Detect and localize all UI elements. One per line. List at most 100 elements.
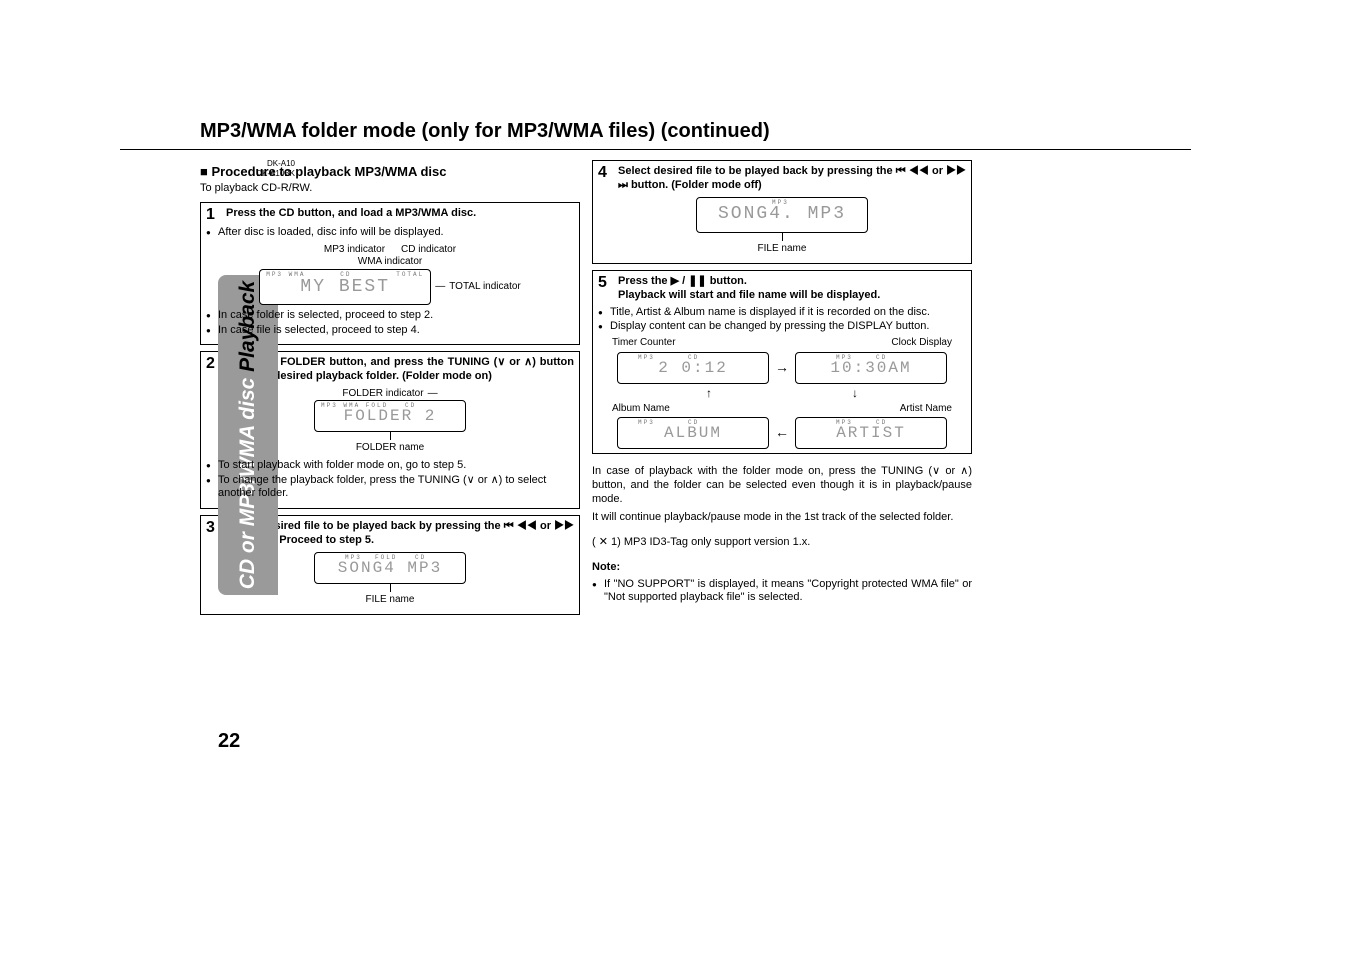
arrow-left-icon: ← bbox=[775, 424, 789, 442]
lcd-fold-tag-3: FOLD bbox=[375, 554, 397, 562]
arrow-right-icon: → bbox=[775, 359, 789, 377]
step-3-title: Select desired file to be played back by… bbox=[226, 520, 574, 548]
album-mp3-tag: MP3 bbox=[638, 419, 655, 427]
step-4-title: Select desired file to be played back by… bbox=[618, 165, 966, 193]
lcd-cd-tag-3: CD bbox=[415, 554, 426, 562]
step-1-lcd: MP3 WMA CD TOTAL MY BEST bbox=[259, 269, 431, 305]
folder-name-label: FOLDER name bbox=[356, 442, 424, 455]
step-4-box: 4 Select desired file to be played back … bbox=[592, 160, 972, 264]
album-name-label: Album Name bbox=[612, 403, 670, 416]
step-4-lcd-text: SONG4. MP3 bbox=[718, 203, 846, 226]
step-1-lcd-wrap: MP3 indicator CD indicator WMA indicator… bbox=[206, 244, 574, 305]
step-5-title-wrap: Press the ▶ / ❚❚ button. Playback will s… bbox=[618, 275, 880, 303]
step-5-lcd-group: Timer Counter Clock Display MP3 CD 2 0:1… bbox=[598, 337, 966, 449]
artist-mp3-tag: MP3 bbox=[836, 419, 853, 427]
step-5-box: 5 Press the ▶ / ❚❚ button. Playback will… bbox=[592, 270, 972, 454]
step-4-number: 4 bbox=[598, 165, 612, 181]
step-2-bullets: To start playback with folder mode on, g… bbox=[206, 459, 574, 501]
model-line-1: DK-A10 bbox=[235, 159, 295, 169]
step-5-mid-arrows: ↑ ↓ bbox=[598, 386, 966, 401]
step-1-head: 1 Press the CD button, and load a MP3/WM… bbox=[206, 207, 574, 223]
step-1-title: Press the CD button, and load a MP3/WMA … bbox=[226, 207, 476, 221]
wma-indicator-label: WMA indicator bbox=[358, 256, 422, 269]
step-1-bul3: In case file is selected, proceed to ste… bbox=[206, 324, 574, 338]
step-2-bul2: To change the playback folder, press the… bbox=[206, 474, 574, 502]
arrow-up-col: ↑ bbox=[706, 386, 712, 401]
artist-lcd: MP3 CD ARTIST bbox=[795, 417, 947, 449]
clock-lcd: MP3 CD 10:30AM bbox=[795, 352, 947, 384]
lcd-tags-2: MP3 WMA FOLD bbox=[321, 402, 388, 410]
page-number: 22 bbox=[218, 730, 240, 753]
model-line-2: DK-A10BK bbox=[235, 169, 295, 179]
note-heading: Note: bbox=[592, 561, 972, 575]
step-1-number: 1 bbox=[206, 207, 220, 223]
step-2-title: Press the FOLDER button, and press the T… bbox=[226, 356, 574, 384]
playback-cdr-text: To playback CD-R/RW. bbox=[200, 182, 580, 196]
step-1-box: 1 Press the CD button, and load a MP3/WM… bbox=[200, 202, 580, 345]
lcd-total-tag: TOTAL bbox=[396, 271, 424, 279]
step-5-lcd-row-1: MP3 CD 2 0:12 → MP3 CD 10:30AM bbox=[598, 352, 966, 384]
step-5-number: 5 bbox=[598, 275, 612, 291]
cd-indicator-label: CD indicator bbox=[401, 244, 456, 257]
lcd-cd-tag: CD bbox=[340, 271, 351, 279]
step-5-bullets: Title, Artist & Album name is displayed … bbox=[598, 306, 966, 335]
note-bullets: If "NO SUPPORT" is displayed, it means "… bbox=[592, 578, 972, 606]
step-4-head: 4 Select desired file to be played back … bbox=[598, 165, 966, 193]
content-columns: ■ Procedure to playback MP3/WMA disc To … bbox=[200, 160, 1231, 621]
step-5-head: 5 Press the ▶ / ❚❚ button. Playback will… bbox=[598, 275, 966, 303]
step-1-indicator-row-1: MP3 indicator CD indicator bbox=[324, 244, 456, 257]
total-leader: — bbox=[435, 281, 445, 294]
right-para-3: ( ✕ 1) MP3 ID3-Tag only support version … bbox=[592, 536, 972, 550]
timer-cd-tag: CD bbox=[688, 354, 699, 362]
square-bullet-icon: ■ bbox=[200, 164, 211, 179]
clock-cd-tag: CD bbox=[876, 354, 887, 362]
right-para-1: In case of playback with the folder mode… bbox=[592, 465, 972, 506]
lcd-mp3-tag-4: MP3 bbox=[772, 199, 789, 207]
step-3-leader-line bbox=[390, 584, 391, 592]
artist-cd-tag: CD bbox=[876, 419, 887, 427]
timer-lcd: MP3 CD 2 0:12 bbox=[617, 352, 769, 384]
lcd-cd-tag-2: CD bbox=[405, 402, 416, 410]
step-1-bullets-bottom: In case folder is selected, proceed to s… bbox=[206, 309, 574, 338]
step-1-bul1: After disc is loaded, disc info will be … bbox=[206, 226, 574, 240]
step-4-leader-line bbox=[782, 233, 783, 241]
right-column: 4 Select desired file to be played back … bbox=[592, 160, 972, 621]
step-1-lcd-text: MY BEST bbox=[300, 276, 390, 299]
model-codes: DK-A10 DK-A10BK bbox=[235, 159, 295, 179]
step-1-bul2: In case folder is selected, proceed to s… bbox=[206, 309, 574, 323]
lcd-mp3-tag-3: MP3 bbox=[345, 554, 362, 562]
clock-display-label: Clock Display bbox=[891, 337, 952, 350]
step-5-title-2: Playback will start and file name will b… bbox=[618, 289, 880, 301]
step-1-indicator-row-2: WMA indicator bbox=[358, 256, 422, 269]
step-3-file-name-label: FILE name bbox=[366, 594, 415, 607]
page-title: MP3/WMA folder mode (only for MP3/WMA fi… bbox=[200, 120, 1231, 143]
step-5-lcd-row-2: MP3 CD ALBUM ← MP3 CD ARTIST bbox=[598, 417, 966, 449]
album-lcd: MP3 CD ALBUM bbox=[617, 417, 769, 449]
step-4-lcd-wrap: MP3 SONG4. MP3 FILE name bbox=[598, 197, 966, 256]
step-5-labels-mid: Album Name Artist Name bbox=[612, 403, 952, 416]
step-5-labels-top: Timer Counter Clock Display bbox=[612, 337, 952, 350]
step-5-bul2: Display content can be changed by pressi… bbox=[598, 320, 966, 334]
step-3-lcd: MP3 FOLD CD SONG4 MP3 bbox=[314, 552, 466, 584]
arrow-down-icon: ↓ bbox=[852, 386, 858, 401]
lcd-mp3-wma-tag: MP3 WMA bbox=[266, 271, 305, 279]
horizontal-rule bbox=[120, 149, 1191, 150]
step-2-lcd: MP3 WMA FOLD CD FOLDER 2 bbox=[314, 400, 466, 432]
note-bullet-1: If "NO SUPPORT" is displayed, it means "… bbox=[592, 578, 972, 606]
right-para-2: It will continue playback/pause mode in … bbox=[592, 511, 972, 525]
total-indicator-label: TOTAL indicator bbox=[449, 281, 521, 294]
mp3-indicator-label: MP3 indicator bbox=[324, 244, 385, 257]
step-2-bul1: To start playback with folder mode on, g… bbox=[206, 459, 574, 473]
step-5-bul1: Title, Artist & Album name is displayed … bbox=[598, 306, 966, 320]
step-4-file-name-label: FILE name bbox=[758, 243, 807, 256]
timer-mp3-tag: MP3 bbox=[638, 354, 655, 362]
arrow-down-col: ↓ bbox=[852, 386, 858, 401]
step-5-title-1: Press the ▶ / ❚❚ button. bbox=[618, 275, 747, 287]
step-2-leader-line bbox=[390, 432, 391, 440]
folder-leader: — bbox=[428, 388, 438, 401]
clock-mp3-tag: MP3 bbox=[836, 354, 853, 362]
album-cd-tag: CD bbox=[688, 419, 699, 427]
manual-page: DK-A10 DK-A10BK MP3/WMA folder mode (onl… bbox=[0, 0, 1351, 954]
arrow-up-icon: ↑ bbox=[706, 386, 712, 401]
folder-indicator-label: FOLDER indicator bbox=[342, 388, 423, 401]
